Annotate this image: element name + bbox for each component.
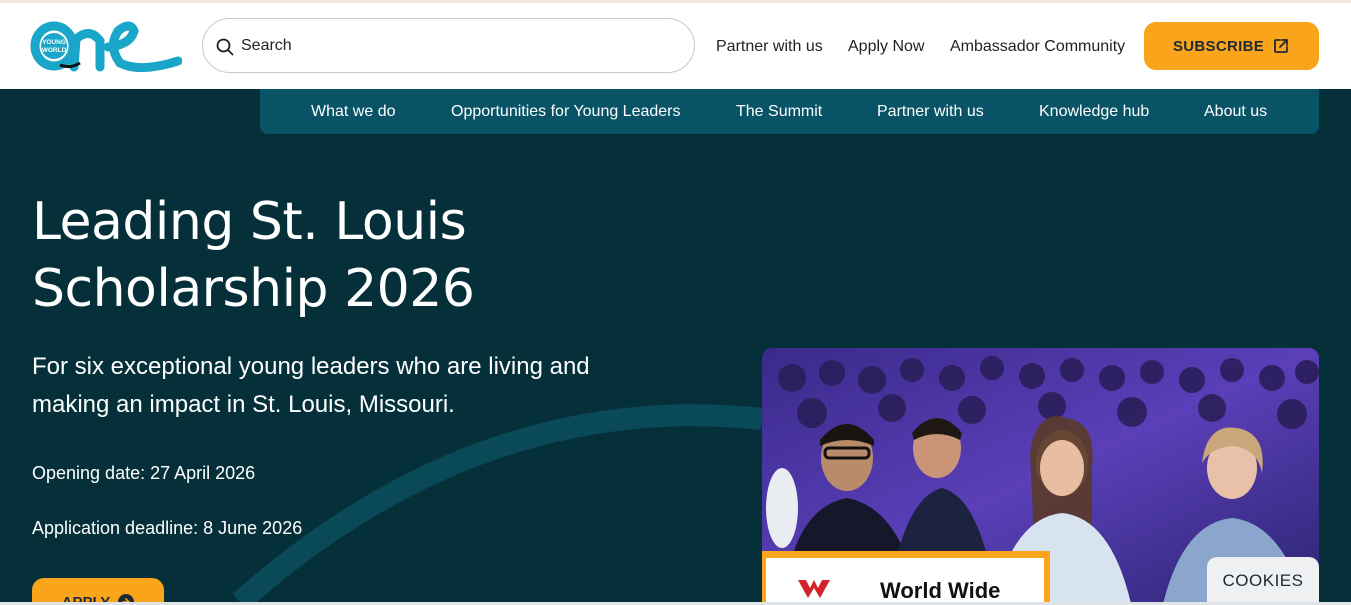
page-title-line-2: Scholarship 2026 <box>32 259 475 319</box>
cookies-button[interactable]: COOKIES <box>1207 557 1319 605</box>
application-deadline: Application deadline: 8 June 2026 <box>32 518 303 538</box>
search-bar[interactable] <box>202 18 695 73</box>
subscribe-button[interactable]: SUBSCRIBE <box>1144 22 1319 70</box>
hero-description: For six exceptional young leaders who ar… <box>32 353 590 418</box>
page-title: Leading St. Louis Scholarship 2026 <box>32 189 652 323</box>
nav-item-knowledge-hub[interactable]: Knowledge hub <box>1039 103 1149 121</box>
subscribe-label: SUBSCRIBE <box>1172 37 1265 55</box>
nav-item-what-we-do[interactable]: What we do <box>311 103 395 121</box>
opening-date: Opening date: 27 April 2026 <box>32 463 256 483</box>
nav-item-the-summit[interactable]: The Summit <box>736 103 822 121</box>
nav-item-about-us[interactable]: About us <box>1204 103 1267 121</box>
apply-button[interactable]: APPLY <box>32 578 164 602</box>
external-link-icon <box>1274 39 1288 53</box>
search-icon <box>216 38 234 56</box>
hero-section: What we do Opportunities for Young Leade… <box>0 89 1351 602</box>
photo-sign-text: World Wide <box>880 578 1000 602</box>
svg-text:YOUNG: YOUNG <box>42 39 66 46</box>
apply-now-link[interactable]: Apply Now <box>848 38 924 56</box>
svg-text:WORLD: WORLD <box>42 47 67 54</box>
site-header: YOUNG WORLD Partner with us Apply Now Am… <box>0 3 1351 89</box>
main-navigation: What we do Opportunities for Young Leade… <box>260 89 1319 134</box>
ambassador-community-link[interactable]: Ambassador Community <box>950 38 1125 56</box>
partner-with-us-link[interactable]: Partner with us <box>716 38 823 56</box>
apply-label: APPLY <box>62 594 111 602</box>
nav-item-partner-with-us[interactable]: Partner with us <box>877 103 984 121</box>
page-title-line-1: Leading St. Louis <box>32 192 467 252</box>
arrow-right-circle-icon <box>118 594 135 602</box>
logo-graphic: YOUNG WORLD <box>30 21 183 72</box>
nav-item-opportunities[interactable]: Opportunities for Young Leaders <box>451 103 681 121</box>
one-young-world-logo[interactable]: YOUNG WORLD <box>30 17 183 75</box>
search-input[interactable] <box>241 29 681 63</box>
